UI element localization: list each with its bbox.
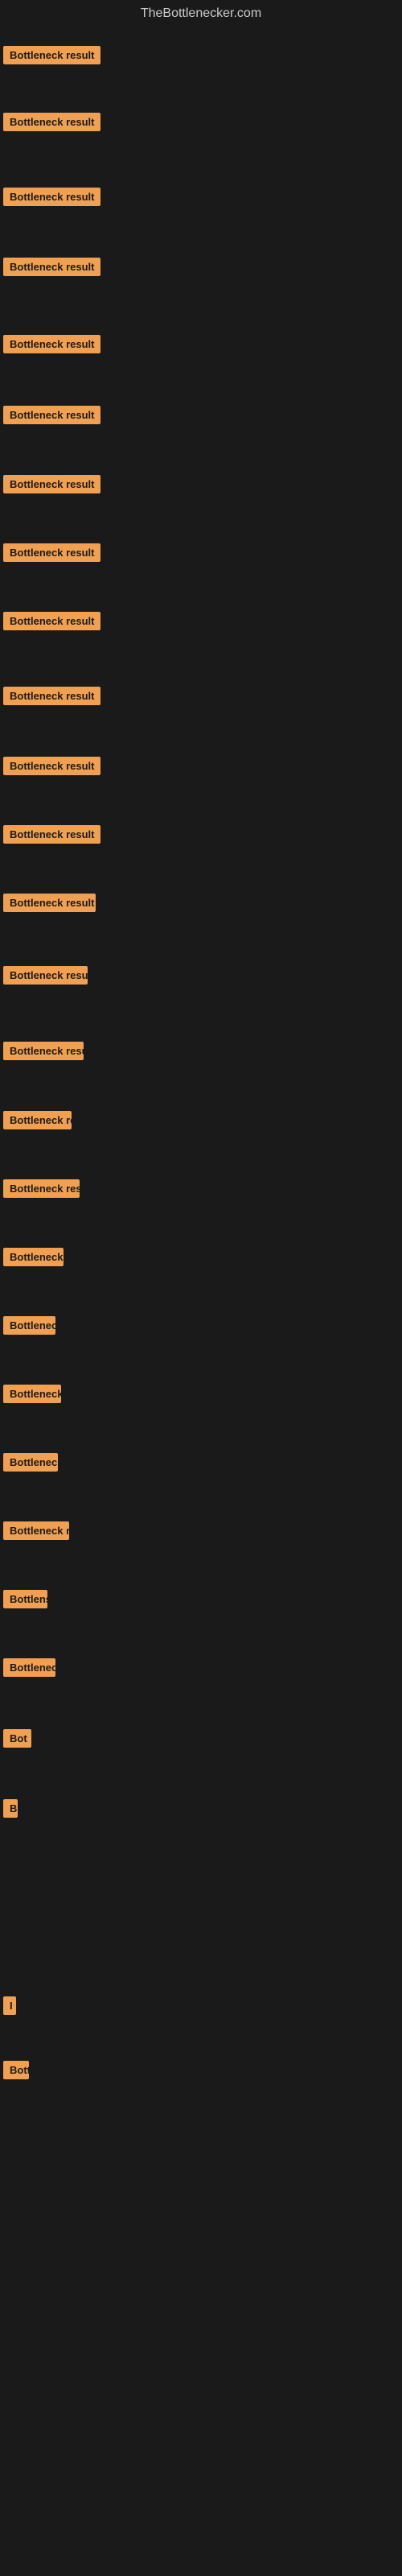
bottleneck-label: Bottleneck result [3, 612, 100, 630]
bottleneck-item: Bottleneck result [3, 1042, 84, 1064]
bottleneck-item: B [3, 1799, 18, 1822]
bottleneck-label: Bottleneck re [3, 1111, 72, 1129]
bottleneck-label: Bottlenec [3, 1316, 55, 1335]
bottleneck-label: I [3, 1996, 16, 2015]
bottleneck-label: Bottleneck r [3, 1248, 64, 1266]
bottleneck-label: B [3, 1799, 18, 1818]
bottleneck-label: Bottleneck result [3, 1042, 84, 1060]
bottleneck-item: Bottleneck [3, 1453, 58, 1476]
bottleneck-item: Bottleneck result [3, 687, 100, 709]
bottleneck-item: Bottlenec [3, 1316, 55, 1339]
bottleneck-item: Bottlens [3, 1590, 47, 1612]
bottleneck-label: Bottleneck result [3, 46, 100, 64]
bottleneck-label: Bottleneck result [3, 258, 100, 276]
bottleneck-label: Bottleneck result [3, 1179, 80, 1198]
bottleneck-item: Bottleneck result [3, 966, 88, 989]
bottleneck-label: Bottleneck [3, 1658, 55, 1677]
bottleneck-item: Bottleneck re [3, 1111, 72, 1133]
bottleneck-label: Bottlens [3, 1590, 47, 1608]
bottleneck-item: Bottleneck result [3, 894, 96, 916]
bottleneck-label: Bottleneck result [3, 687, 100, 705]
bottleneck-label: Bottleneck result [3, 475, 100, 493]
bottleneck-item: Bottleneck result [3, 475, 100, 497]
bottleneck-item: Bottleneck result [3, 406, 100, 428]
bottleneck-label: Bottleneck result [3, 335, 100, 353]
bottleneck-label: Bottleneck r [3, 1385, 61, 1403]
bottleneck-item: Bottleneck result [3, 46, 100, 68]
bottleneck-label: Bottleneck result [3, 113, 100, 131]
bottleneck-item: Bottleneck result [3, 825, 100, 848]
bottleneck-item: Bottleneck result [3, 1179, 80, 1202]
bottleneck-label: Bottleneck result [3, 406, 100, 424]
bottleneck-item: Bottleneck result [3, 757, 100, 779]
bottleneck-label: Bottleneck result [3, 966, 88, 985]
bottleneck-item: Bottleneck result [3, 543, 100, 566]
site-title: TheBottlenecker.com [0, 0, 402, 31]
bottleneck-label: Bottleneck result [3, 757, 100, 775]
bottleneck-item: Bottleneck [3, 1658, 55, 1681]
bottleneck-item: Bottleneck result [3, 113, 100, 135]
bottleneck-item: I [3, 1996, 16, 2019]
bottleneck-label: Bott [3, 2061, 29, 2079]
bottleneck-item: Bottleneck r [3, 1385, 61, 1407]
bottleneck-item: Bottleneck res [3, 1521, 69, 1544]
bottleneck-item: Bott [3, 2061, 29, 2083]
bottleneck-label: Bottleneck result [3, 894, 96, 912]
bottleneck-label: Bottleneck result [3, 188, 100, 206]
bottleneck-item: Bot [3, 1729, 31, 1752]
bottleneck-item: Bottleneck result [3, 188, 100, 210]
bottleneck-label: Bottleneck [3, 1453, 58, 1472]
bottleneck-label: Bottleneck res [3, 1521, 69, 1540]
bottleneck-label: Bot [3, 1729, 31, 1748]
bottleneck-item: Bottleneck result [3, 258, 100, 280]
bottleneck-item: Bottleneck result [3, 612, 100, 634]
bottleneck-label: Bottleneck result [3, 825, 100, 844]
bottleneck-item: Bottleneck result [3, 335, 100, 357]
bottleneck-item: Bottleneck r [3, 1248, 64, 1270]
bottleneck-label: Bottleneck result [3, 543, 100, 562]
